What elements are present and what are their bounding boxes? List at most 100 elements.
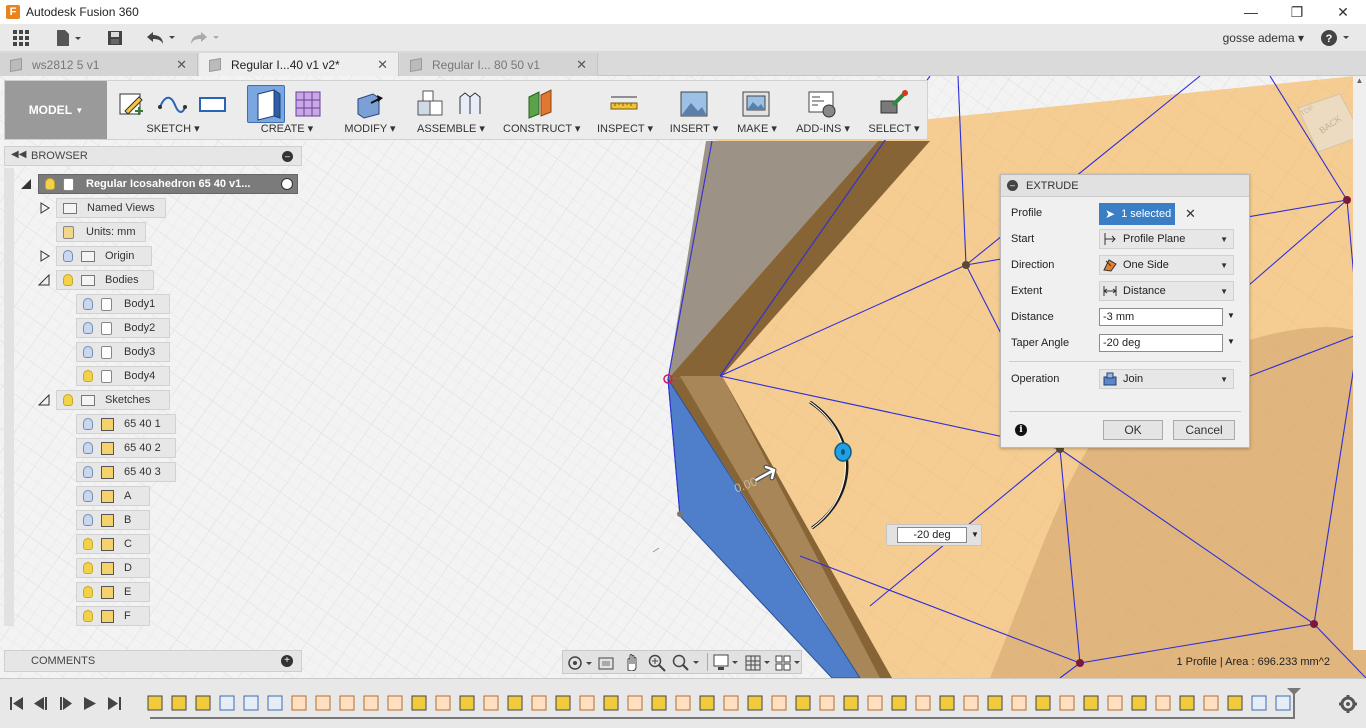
timeline-settings-gear-icon[interactable] bbox=[1338, 694, 1358, 714]
save-icon[interactable] bbox=[104, 29, 126, 47]
step-forward-icon[interactable] bbox=[60, 697, 62, 710]
collapse-arrow-icon[interactable] bbox=[20, 178, 32, 190]
visibility-bulb-icon[interactable] bbox=[83, 370, 93, 382]
browser-item-origin[interactable]: Origin bbox=[56, 246, 152, 266]
browser-item-sketch-a[interactable]: A bbox=[76, 486, 150, 506]
extent-dropdown[interactable]: Distance ▼ bbox=[1099, 281, 1234, 301]
look-at-icon[interactable] bbox=[597, 654, 615, 672]
ok-button[interactable]: OK bbox=[1103, 420, 1163, 440]
visibility-bulb-icon[interactable] bbox=[63, 274, 73, 286]
visibility-bulb-icon[interactable] bbox=[83, 586, 93, 598]
workspace-switcher[interactable]: MODEL ▼ bbox=[5, 81, 107, 139]
expand-arrow-icon[interactable] bbox=[40, 202, 50, 214]
play-icon[interactable] bbox=[84, 697, 96, 710]
browser-item-sketch-d[interactable]: D bbox=[76, 558, 150, 578]
file-menu-icon[interactable] bbox=[54, 29, 84, 47]
display-settings-icon[interactable] bbox=[713, 653, 741, 673]
viewports-icon[interactable] bbox=[775, 653, 803, 673]
browser-item-sketches[interactable]: Sketches bbox=[56, 390, 170, 410]
add-ins-group[interactable]: ADD-INS ▾ bbox=[793, 81, 853, 139]
browser-minimize-icon[interactable]: – bbox=[282, 151, 293, 162]
undo-icon[interactable] bbox=[144, 29, 178, 47]
visibility-bulb-icon[interactable] bbox=[83, 346, 93, 358]
browser-scrollbar[interactable] bbox=[4, 168, 14, 626]
visibility-bulb-icon[interactable] bbox=[83, 610, 93, 622]
create-sketch-icon[interactable] bbox=[117, 89, 147, 119]
distance-input[interactable]: -3 mm bbox=[1099, 308, 1223, 326]
distance-expand-icon[interactable]: ▼ bbox=[1227, 311, 1235, 320]
comments-panel-header[interactable]: COMMENTS + bbox=[4, 650, 302, 672]
tab-ws2812[interactable]: ws2812 5 v1 ✕ bbox=[0, 53, 198, 76]
collapse-arrow-icon[interactable] bbox=[38, 274, 50, 286]
maximize-icon[interactable]: ❐ bbox=[1274, 0, 1320, 24]
fit-zoom-icon[interactable] bbox=[671, 653, 701, 673]
redo-icon[interactable] bbox=[188, 29, 222, 47]
select-icon[interactable] bbox=[879, 89, 909, 119]
pan-hand-icon[interactable] bbox=[623, 653, 641, 671]
canvas-taper-angle-input[interactable]: -20 deg bbox=[897, 527, 967, 543]
rectangle-icon[interactable] bbox=[197, 89, 227, 119]
insert-group[interactable]: INSERT ▾ bbox=[669, 81, 719, 139]
help-menu[interactable]: ? bbox=[1320, 29, 1354, 47]
visibility-bulb-icon[interactable] bbox=[83, 322, 93, 334]
browser-item-sketch-b[interactable]: B bbox=[76, 510, 150, 530]
new-component-icon[interactable] bbox=[415, 89, 445, 119]
browser-root-component[interactable]: Regular Icosahedron 65 40 v1... bbox=[38, 174, 298, 194]
construct-group[interactable]: CONSTRUCT ▾ bbox=[503, 81, 580, 139]
info-icon[interactable]: i bbox=[1015, 424, 1027, 436]
canvas-angle-dropdown-icon[interactable]: ▼ bbox=[971, 530, 979, 539]
browser-item-sketch-65-40-3[interactable]: 65 40 3 bbox=[76, 462, 176, 482]
press-pull-icon[interactable] bbox=[353, 89, 383, 119]
timeline-feature-markers[interactable] bbox=[146, 693, 1306, 715]
grid-settings-icon[interactable] bbox=[745, 653, 773, 673]
select-group[interactable]: SELECT ▾ bbox=[863, 81, 925, 139]
extrude-dialog-header[interactable]: – EXTRUDE bbox=[1001, 175, 1249, 197]
viewport-scrollbar[interactable]: ▲ bbox=[1353, 76, 1366, 650]
visibility-bulb-icon[interactable] bbox=[45, 178, 55, 190]
data-panel-grid-icon[interactable] bbox=[10, 29, 32, 47]
clear-selection-icon[interactable]: ✕ bbox=[1185, 206, 1196, 222]
browser-item-body2[interactable]: Body2 bbox=[76, 318, 170, 338]
browser-item-bodies[interactable]: Bodies bbox=[56, 270, 154, 290]
joint-icon[interactable] bbox=[455, 89, 485, 119]
browser-item-body4[interactable]: Body4 bbox=[76, 366, 170, 386]
start-dropdown[interactable]: Profile Plane ▼ bbox=[1099, 229, 1234, 249]
browser-item-body3[interactable]: Body3 bbox=[76, 342, 170, 362]
create-group[interactable]: CREATE ▾ bbox=[243, 81, 331, 139]
offset-plane-icon[interactable] bbox=[525, 89, 555, 119]
browser-header[interactable]: ◀◀ BROWSER – bbox=[4, 146, 302, 166]
create-form-icon[interactable] bbox=[293, 89, 323, 119]
taper-angle-input[interactable]: -20 deg bbox=[1099, 334, 1223, 352]
close-tab-icon[interactable]: ✕ bbox=[176, 57, 187, 73]
close-icon[interactable]: ✕ bbox=[1320, 0, 1366, 24]
dialog-collapse-icon[interactable]: – bbox=[1007, 180, 1018, 191]
visibility-bulb-icon[interactable] bbox=[83, 442, 93, 454]
collapse-panel-icon[interactable]: ◀◀ bbox=[11, 149, 26, 160]
go-to-start-icon[interactable] bbox=[10, 697, 12, 710]
line-icon[interactable] bbox=[157, 89, 187, 119]
profile-selection-button[interactable]: ➤ 1 selected bbox=[1099, 203, 1175, 225]
assemble-group[interactable]: ASSEMBLE ▾ bbox=[409, 81, 493, 139]
scroll-up-icon[interactable]: ▲ bbox=[1353, 76, 1366, 90]
browser-item-sketch-f[interactable]: F bbox=[76, 606, 150, 626]
extrude-active-icon[interactable] bbox=[247, 85, 285, 123]
visibility-bulb-icon[interactable] bbox=[83, 562, 93, 574]
timeline-marker-handle[interactable] bbox=[1286, 687, 1302, 721]
inspect-group[interactable]: INSPECT ▾ bbox=[595, 81, 655, 139]
zoom-icon[interactable] bbox=[647, 653, 667, 673]
visibility-bulb-icon[interactable] bbox=[83, 298, 93, 310]
visibility-bulb-icon[interactable] bbox=[63, 250, 73, 262]
visibility-bulb-icon[interactable] bbox=[83, 538, 93, 550]
timeline-track[interactable] bbox=[150, 717, 1294, 719]
tab-regular-icosahedron-80-50[interactable]: Regular I... 80 50 v1 ✕ bbox=[400, 53, 598, 76]
visibility-bulb-icon[interactable] bbox=[83, 418, 93, 430]
browser-item-sketch-c[interactable]: C bbox=[76, 534, 150, 554]
visibility-bulb-icon[interactable] bbox=[83, 490, 93, 502]
taper-expand-icon[interactable]: ▼ bbox=[1227, 337, 1235, 346]
modify-group[interactable]: MODIFY ▾ bbox=[339, 81, 401, 139]
close-tab-icon[interactable]: ✕ bbox=[576, 57, 587, 73]
close-tab-icon[interactable]: ✕ bbox=[377, 57, 388, 73]
3d-print-icon[interactable] bbox=[741, 89, 771, 119]
browser-item-sketch-65-40-2[interactable]: 65 40 2 bbox=[76, 438, 176, 458]
browser-item-units[interactable]: Units: mm bbox=[56, 222, 146, 242]
